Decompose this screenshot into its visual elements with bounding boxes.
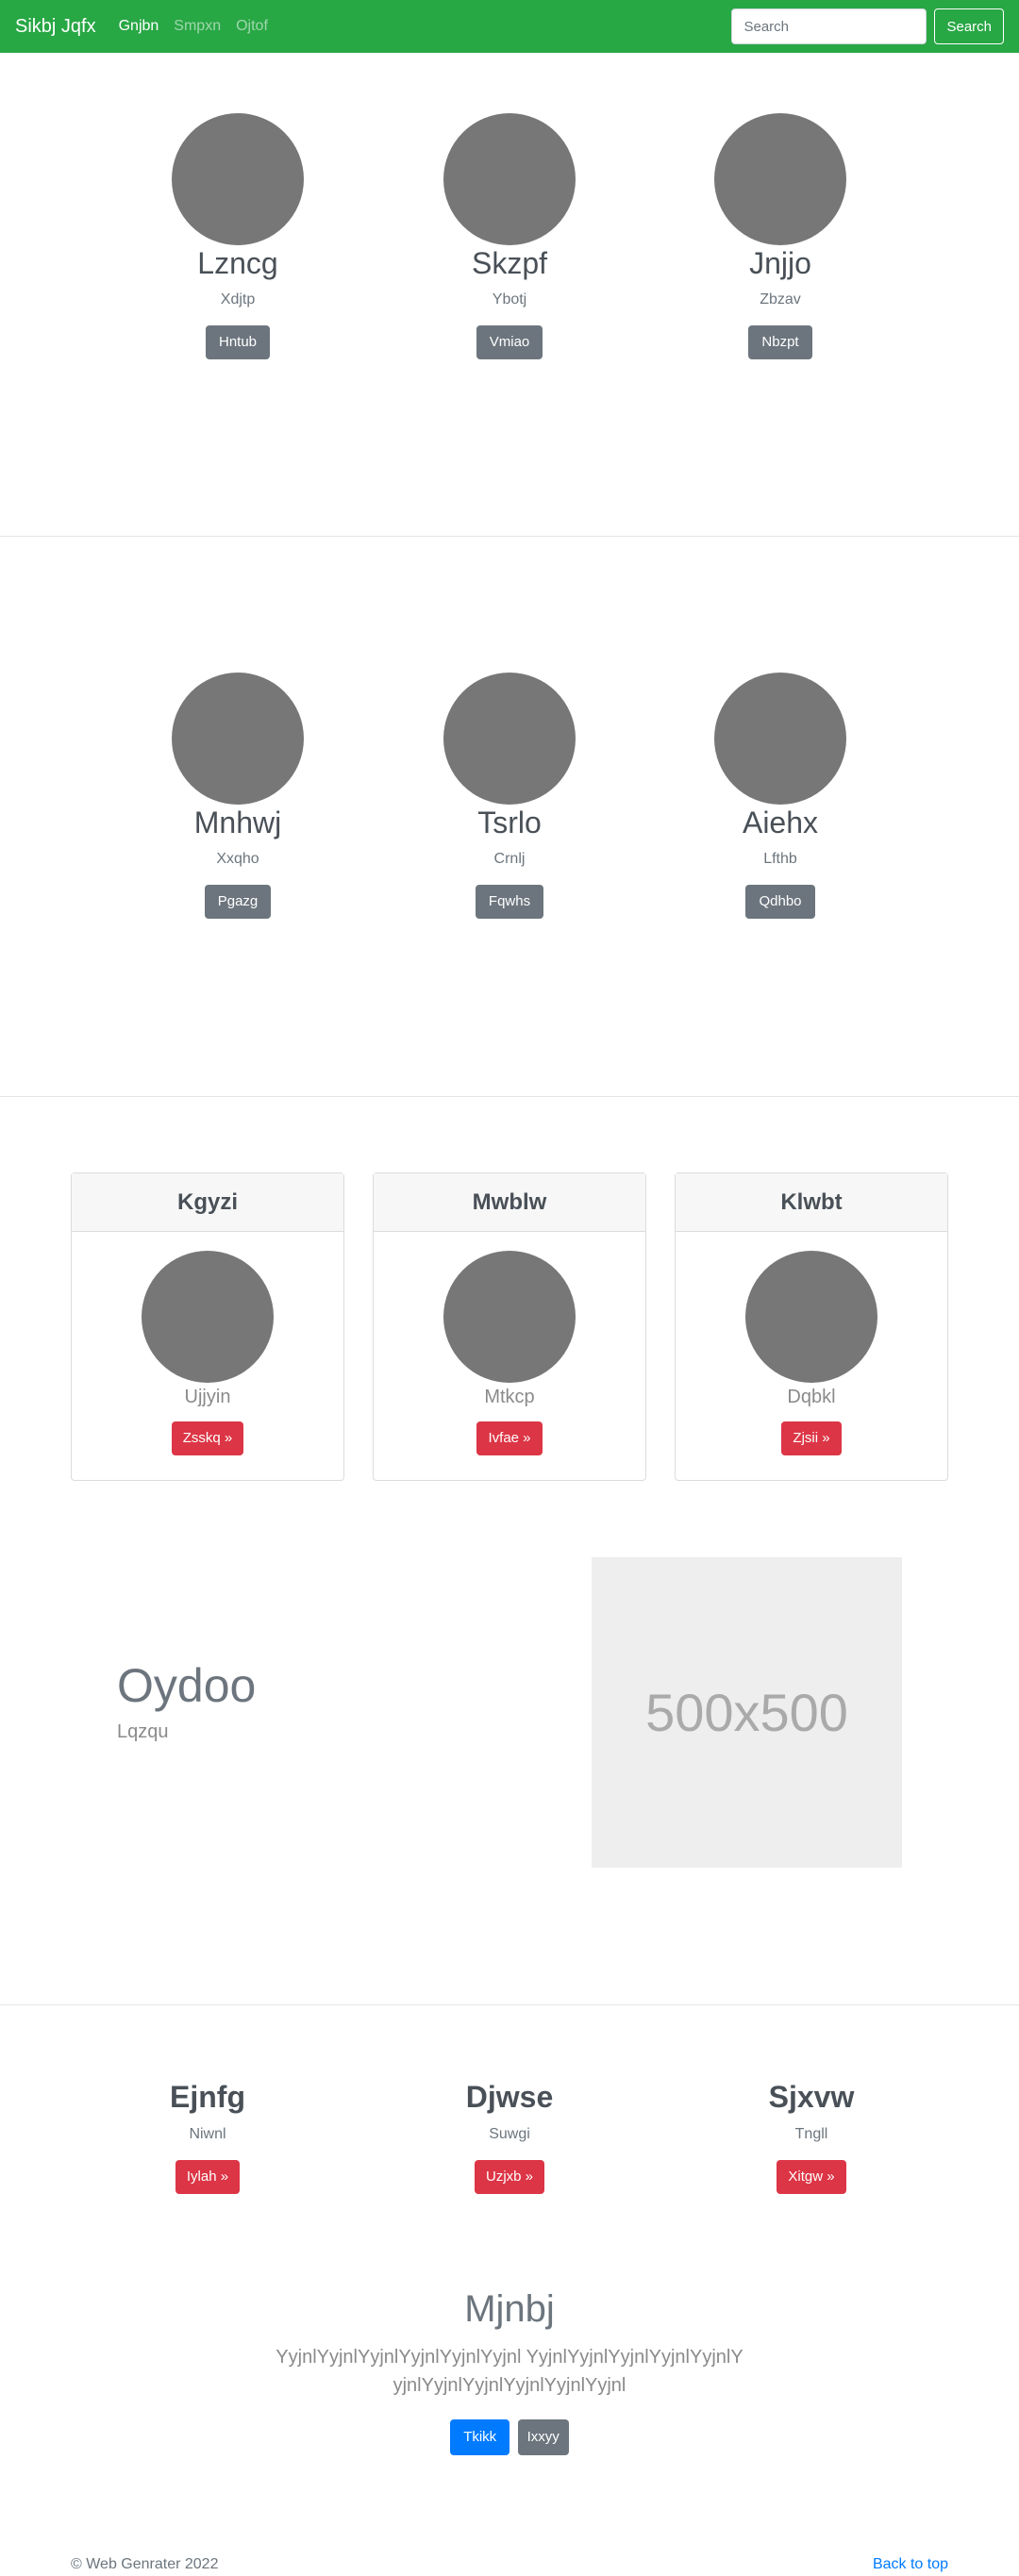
- profile-name: Jnjjo: [749, 246, 811, 280]
- avatar: [443, 113, 576, 245]
- section-divider: [0, 2004, 1019, 2005]
- profile-name: Mnhwj: [193, 806, 282, 839]
- profile-button[interactable]: Pgazg: [204, 885, 272, 920]
- card-button[interactable]: Zsskq »: [171, 1421, 244, 1455]
- profile-button[interactable]: Qdhbo: [745, 885, 815, 920]
- profile-button[interactable]: Vmiao: [476, 325, 543, 360]
- column-button[interactable]: Uzjxb »: [474, 2160, 545, 2194]
- profile-subtitle: Ybotj: [492, 291, 527, 308]
- feature-title: Oydoo: [117, 1659, 257, 1712]
- back-to-top-link[interactable]: Back to top: [873, 2556, 948, 2573]
- nav-link-2[interactable]: Smpxn: [174, 18, 221, 35]
- card-button[interactable]: Ivfae »: [476, 1421, 543, 1455]
- card-1: Kgyzi Ujjyin Zsskq »: [71, 1172, 344, 1481]
- profile-6: Aiehx Lfthb Qdhbo: [686, 673, 875, 920]
- section-divider: [0, 536, 1019, 537]
- profile-3: Jnjjo Zbzav Nbzpt: [686, 113, 875, 360]
- profile-subtitle: Xxqho: [216, 851, 259, 868]
- avatar: [745, 1251, 877, 1383]
- avatar: [714, 673, 846, 805]
- profile-button[interactable]: Hntub: [205, 325, 271, 360]
- card-button[interactable]: Zjsii »: [781, 1421, 842, 1455]
- footer-copyright: © Web Genrater 2022: [71, 2556, 219, 2572]
- profile-4: Mnhwj Xxqho Pgazg: [143, 673, 332, 920]
- profile-5: Tsrlo Crnlj Fqwhs: [415, 673, 604, 920]
- column-title: Ejnfg: [170, 2080, 245, 2114]
- card-2: Mwblw Mtkcp Ivfae »: [373, 1172, 646, 1481]
- profile-2: Skzpf Ybotj Vmiao: [415, 113, 604, 360]
- brand-link[interactable]: Sikbj Jqfx: [15, 16, 96, 38]
- profile-name: Tsrlo: [477, 806, 542, 839]
- column-2: Djwse Suwgi Uzjxb »: [387, 2080, 632, 2194]
- profile-subtitle: Crnlj: [493, 851, 526, 868]
- card-header: Klwbt: [676, 1173, 947, 1232]
- hero-actions: Tkikk Ixxyy: [0, 2419, 1019, 2455]
- avatar: [172, 113, 304, 245]
- profile-button[interactable]: Fqwhs: [475, 885, 544, 920]
- profile-button[interactable]: Nbzpt: [748, 325, 812, 360]
- profile-subtitle: Lfthb: [763, 851, 797, 868]
- column-subtitle: Niwnl: [189, 2126, 226, 2142]
- card-subtitle: Mtkcp: [484, 1387, 535, 1407]
- column-1: Ejnfg Niwnl Iylah »: [85, 2080, 330, 2194]
- column-subtitle: Suwgi: [489, 2126, 530, 2142]
- card-3: Klwbt Dqbkl Zjsii »: [675, 1172, 948, 1481]
- column-title: Sjxvw: [768, 2080, 855, 2114]
- profile-1: Lzncg Xdjtp Hntub: [143, 113, 332, 360]
- profile-name: Aiehx: [742, 806, 819, 839]
- column-subtitle: Tngll: [794, 2126, 828, 2142]
- avatar: [714, 113, 846, 245]
- nav-link-3[interactable]: Ojtof: [236, 18, 268, 35]
- profile-name: Skzpf: [471, 246, 548, 280]
- card-header: Kgyzi: [72, 1173, 343, 1232]
- hero-secondary-button[interactable]: Ixxyy: [517, 2419, 569, 2455]
- avatar: [172, 673, 304, 805]
- card-subtitle: Ujjyin: [184, 1387, 231, 1407]
- nav-link-1[interactable]: Gnjbn: [119, 18, 159, 35]
- column-button[interactable]: Iylah »: [175, 2160, 241, 2194]
- navbar: Sikbj Jqfx Gnjbn Smpxn Ojtof Search: [0, 0, 1019, 53]
- profile-subtitle: Zbzav: [760, 291, 801, 308]
- avatar: [443, 1251, 576, 1383]
- section-divider: [0, 1096, 1019, 1097]
- hero-title: Mjnbj: [464, 2288, 555, 2330]
- placeholder-image: 500x500: [592, 1557, 902, 1868]
- search-input[interactable]: [731, 8, 927, 44]
- profile-name: Lzncg: [197, 246, 278, 280]
- avatar: [443, 673, 576, 805]
- profile-subtitle: Xdjtp: [220, 291, 256, 308]
- column-title: Djwse: [465, 2080, 554, 2114]
- avatar: [142, 1251, 274, 1383]
- hero-primary-button[interactable]: Tkikk: [450, 2419, 510, 2455]
- column-button[interactable]: Xitgw »: [777, 2160, 846, 2194]
- card-header: Mwblw: [374, 1173, 645, 1232]
- column-3: Sjxvw Tngll Xitgw »: [689, 2080, 934, 2194]
- card-subtitle: Dqbkl: [787, 1387, 836, 1407]
- hero-lead: YyjnlYyjnlYyjnlYyjnlYyjnlYyjnl YyjnlYyjn…: [276, 2347, 743, 2396]
- search-button[interactable]: Search: [934, 8, 1004, 44]
- feature-subtitle: Lqzqu: [117, 1721, 169, 1742]
